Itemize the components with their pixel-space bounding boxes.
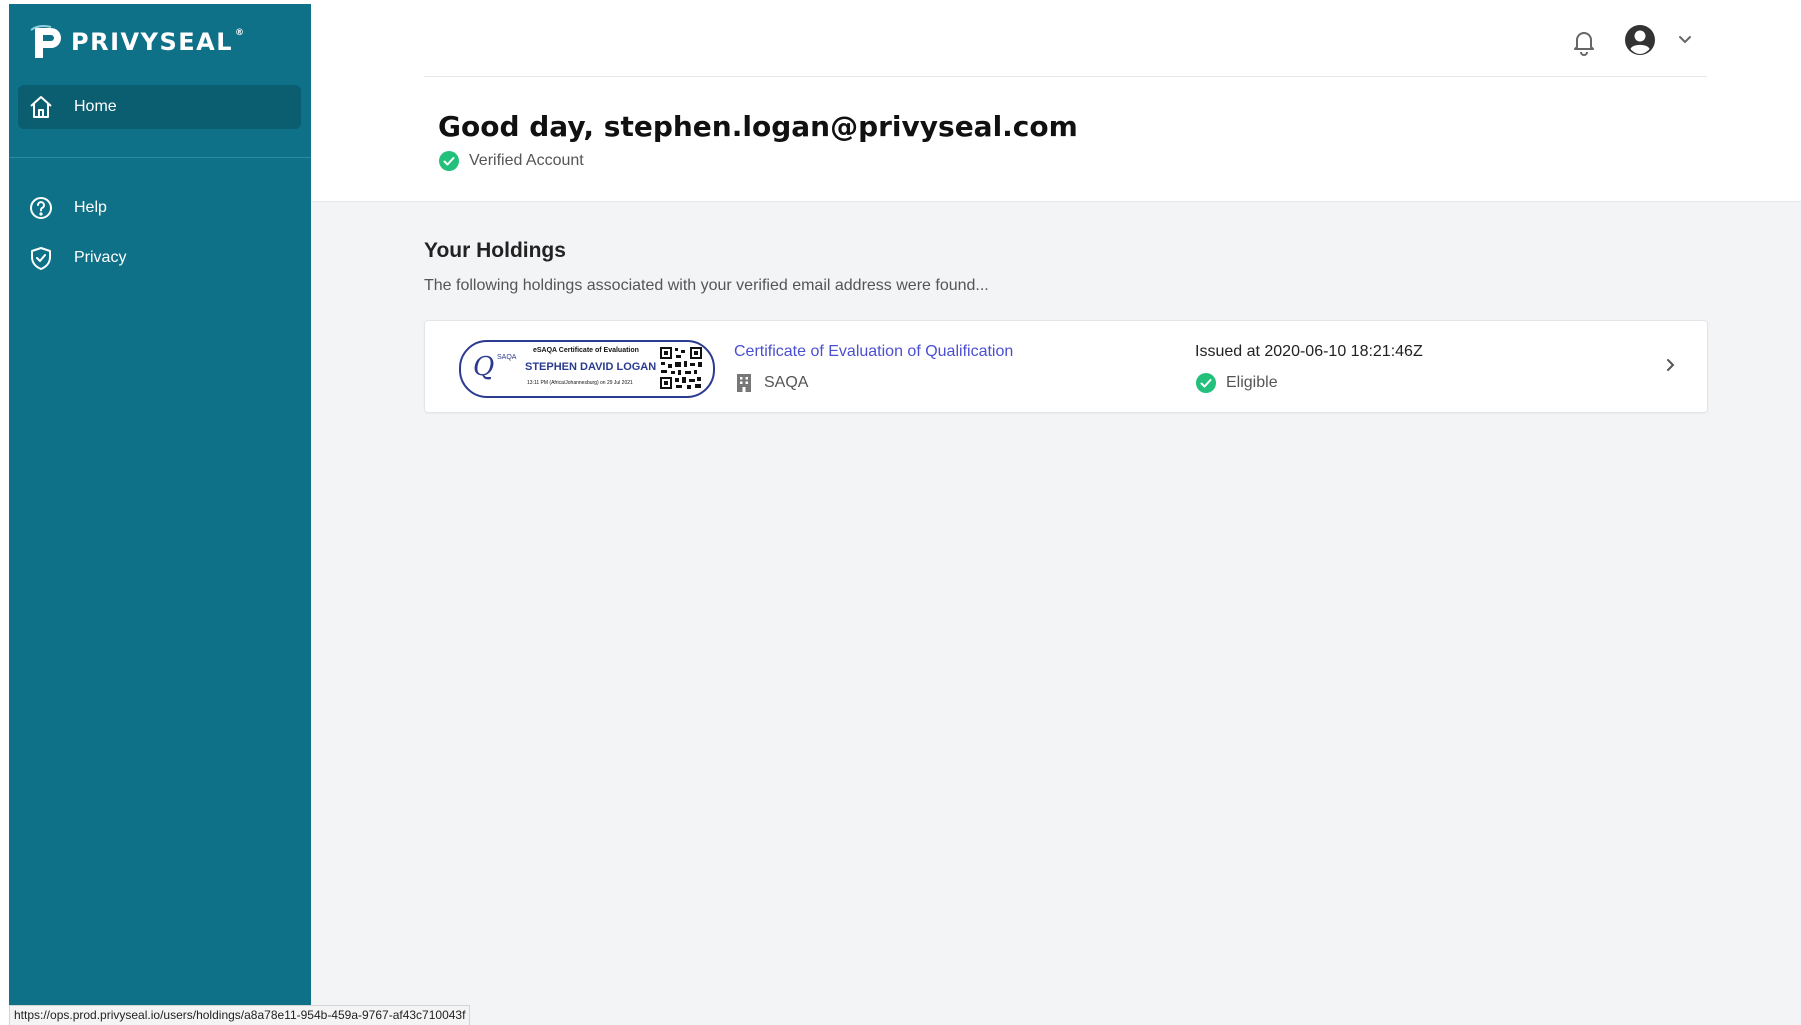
header-divider — [424, 76, 1707, 77]
building-icon — [737, 374, 751, 392]
holdings-title: Your Holdings — [424, 239, 566, 262]
shield-check-icon — [31, 247, 51, 270]
certificate-title-link[interactable]: Certificate of Evaluation of Qualificati… — [734, 343, 1013, 361]
bell-icon[interactable] — [1571, 28, 1597, 56]
sidebar-item-privacy[interactable]: Privacy — [18, 236, 301, 280]
browser-status-url: https://ops.prod.privyseal.io/users/hold… — [9, 1005, 471, 1025]
sidebar-item-help[interactable]: Help — [18, 186, 301, 230]
brand-name: PRIVYSEAL ® — [71, 28, 246, 56]
sidebar-divider — [9, 157, 311, 158]
holdings-subtitle: The following holdings associated with y… — [424, 277, 989, 294]
verified-badge: Verified Account — [439, 151, 584, 171]
chevron-down-icon[interactable] — [1676, 32, 1694, 48]
issuer-name: SAQA — [764, 374, 809, 391]
saqa-logo-text: SAQA — [497, 354, 517, 361]
sidebar-item-label: Home — [74, 98, 117, 115]
thumbnail-holder-name: STEPHEN DAVID LOGAN — [525, 361, 657, 373]
privyseal-logo-icon — [30, 25, 61, 58]
check-circle-icon — [1196, 373, 1216, 393]
saqa-logo-letter: Q — [473, 352, 495, 382]
holding-card[interactable]: Q SAQA eSAQA Certificate of Evaluation S… — [424, 320, 1708, 413]
certificate-thumbnail: Q SAQA eSAQA Certificate of Evaluation S… — [459, 340, 715, 398]
sidebar-item-label: Privacy — [74, 249, 127, 266]
brand-logo[interactable]: PRIVYSEAL ® — [29, 24, 246, 60]
sidebar-item-home[interactable]: Home — [18, 85, 301, 129]
page-title: Good day, stephen.logan@privyseal.com — [438, 110, 1078, 143]
status-badge: Eligible — [1196, 373, 1278, 393]
issuer: SAQA — [736, 373, 808, 393]
sidebar-item-label: Help — [74, 199, 107, 216]
home-icon — [30, 96, 52, 118]
verified-label: Verified Account — [469, 152, 584, 169]
check-circle-icon — [439, 151, 459, 171]
thumbnail-footer: 13:11 PM (Africa/Johannesburg) on 29 Jul… — [527, 380, 633, 386]
qr-code-icon — [659, 346, 703, 390]
sidebar: PRIVYSEAL ® Home Help Privacy — [9, 4, 311, 1024]
status-label: Eligible — [1226, 374, 1278, 391]
user-avatar-icon[interactable] — [1624, 24, 1656, 56]
help-circle-icon — [30, 197, 52, 219]
thumbnail-heading: eSAQA Certificate of Evaluation — [533, 347, 639, 354]
chevron-right-icon[interactable] — [1663, 355, 1677, 375]
issued-timestamp: Issued at 2020-06-10 18:21:46Z — [1195, 343, 1423, 360]
